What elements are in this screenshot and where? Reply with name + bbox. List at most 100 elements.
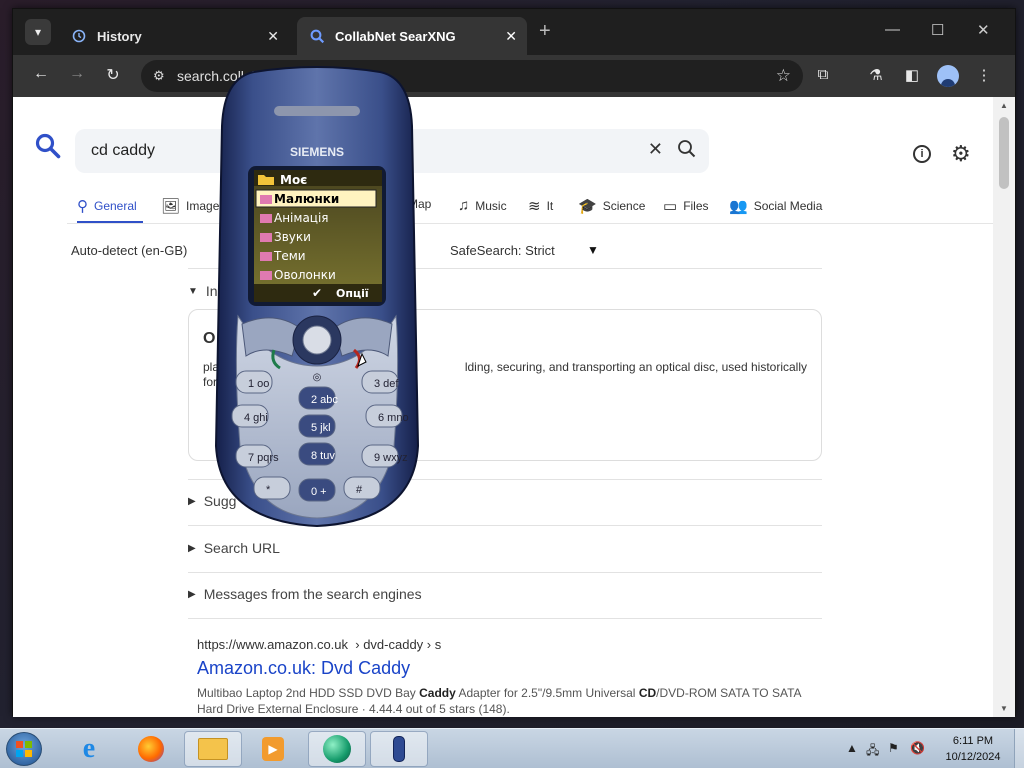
phone-emulator[interactable]: SIEMENS Моє Малюнки Анімація Звуки Теми … — [214, 66, 420, 530]
search-url-toggle[interactable]: ▶ Search URL — [188, 540, 280, 556]
show-hidden-icons[interactable]: ▲ — [846, 741, 858, 755]
tab-history[interactable]: History ✕ — [59, 17, 289, 55]
clock-time: 6:11 PM — [952, 735, 994, 747]
phone-key-label: * — [266, 484, 271, 496]
phone-menu-title: Моє — [280, 173, 307, 187]
reload-icon[interactable]: ↻ — [102, 65, 124, 85]
graduation-cap-icon: 🎓 — [578, 198, 597, 215]
taskbar-file-explorer[interactable] — [184, 731, 242, 767]
labs-flask-icon[interactable]: ⚗ — [865, 66, 887, 84]
divider — [188, 572, 822, 573]
search-button-icon[interactable] — [677, 139, 697, 164]
folder-icon — [198, 738, 228, 760]
phone-menu-item[interactable]: Теми — [273, 249, 306, 263]
result-title-link[interactable]: Amazon.co.uk: Dvd Caddy — [197, 658, 817, 679]
phone-key-label: 9 wxyz — [374, 452, 408, 464]
phone-key-label: 0 + — [311, 486, 327, 498]
network-icon[interactable]: 🖧 — [866, 741, 879, 762]
phone-key[interactable] — [253, 476, 291, 500]
search-result: https://www.amazon.co.uk › dvd-caddy › s… — [197, 637, 817, 717]
safesearch-select[interactable]: SafeSearch: Strict — [450, 243, 555, 258]
show-desktop-button[interactable] — [1014, 729, 1024, 768]
info-icon[interactable]: i — [913, 145, 931, 163]
phone-menu-item[interactable]: Анімація — [274, 211, 329, 225]
tab-music[interactable]: ♫ Music — [458, 197, 507, 214]
phone-left-softkey[interactable] — [241, 317, 301, 357]
new-tab-button[interactable]: + — [539, 21, 551, 41]
result-url[interactable]: https://www.amazon.co.uk › dvd-caddy › s — [197, 637, 817, 652]
triangle-right-icon: ▶ — [188, 495, 196, 507]
phone-softkey-label[interactable]: Опції — [336, 287, 369, 300]
system-clock[interactable]: 6:11 PM 10/12/2024 — [938, 733, 1008, 765]
scroll-down-icon[interactable]: ▼ — [1000, 704, 1008, 713]
action-center-flag-icon[interactable]: ⚑ — [888, 741, 899, 755]
phone-key-label: 4 ghi — [244, 412, 268, 424]
tab-files[interactable]: ▭ Files — [663, 197, 709, 215]
menu-dots-icon[interactable]: ⋮ — [973, 66, 995, 84]
folder-icon: ▭ — [663, 198, 678, 215]
tab-social-media[interactable]: 👥 Social Media — [729, 197, 822, 215]
tab-it[interactable]: ≋ It — [528, 197, 553, 215]
preferences-gear-icon[interactable]: ⚙ — [951, 143, 971, 165]
tab-search-dropdown-button[interactable]: ▾ — [25, 19, 51, 45]
tab-searxng[interactable]: CollabNet SearXNG ✕ — [297, 17, 527, 55]
phone-center-joystick[interactable] — [302, 325, 332, 355]
phone-key-label: 3 def — [374, 378, 399, 390]
clock-date: 10/12/2024 — [945, 751, 1001, 763]
clear-icon[interactable]: ✕ — [648, 139, 663, 160]
browser-toolbar: ← → ↻ ⚙ search.collab ☆ ⧉ ⚗ ◧ ⋮ — [13, 55, 1015, 97]
triangle-down-icon: ▼ — [188, 285, 198, 297]
phone-key-label: 8 tuv — [311, 450, 335, 462]
minimize-icon[interactable]: — — [885, 21, 900, 38]
tab-strip: ▾ History ✕ CollabNet SearXNG ✕ + — ☐ ✕ — [13, 9, 1015, 55]
site-info-icon[interactable]: ⚙ — [153, 68, 165, 84]
close-tab-icon[interactable]: ✕ — [267, 28, 279, 45]
music-note-icon: ♫ — [458, 197, 470, 214]
people-icon: 👥 — [729, 198, 748, 215]
engine-messages-toggle[interactable]: ▶ Messages from the search engines — [188, 586, 422, 602]
close-tab-icon[interactable]: ✕ — [505, 28, 517, 45]
tab-science[interactable]: 🎓 Science — [578, 197, 645, 215]
phone-menu-item[interactable]: Звуки — [274, 230, 311, 244]
profile-avatar[interactable] — [937, 65, 959, 87]
windows-taskbar: e ▶ ▲ 🖧 ⚑ 🔇 6:11 PM 10/12/2024 — [0, 728, 1024, 768]
volume-muted-icon[interactable]: 🔇 — [910, 741, 925, 755]
taskbar-media-player[interactable]: ▶ — [244, 731, 302, 767]
folder-icon — [260, 271, 272, 280]
scroll-up-icon[interactable]: ▲ — [1000, 101, 1008, 110]
caret-down-icon[interactable]: ▼ — [587, 243, 599, 257]
result-snippet: Multibao Laptop 2nd HDD SSD DVD Bay Cadd… — [197, 686, 801, 716]
scrollbar-thumb[interactable] — [999, 117, 1009, 189]
media-player-icon: ▶ — [262, 737, 284, 761]
windows-logo-icon — [16, 741, 32, 757]
close-window-icon[interactable]: ✕ — [977, 21, 990, 39]
internet-explorer-icon: e — [82, 733, 96, 764]
taskbar-phone-emulator[interactable] — [370, 731, 428, 767]
phone-key-label: # — [356, 484, 363, 496]
taskbar-browser[interactable] — [308, 731, 366, 767]
folder-icon — [260, 252, 272, 261]
folder-icon — [260, 233, 272, 242]
forward-icon[interactable]: → — [66, 65, 88, 83]
taskbar-internet-explorer[interactable]: e — [60, 731, 118, 767]
side-panel-icon[interactable]: ◧ — [901, 66, 923, 84]
internet-key-icon[interactable]: ◎ — [313, 372, 322, 383]
phone-menu-item[interactable]: Малюнки — [274, 192, 339, 206]
back-icon[interactable]: ← — [30, 65, 52, 83]
search-icon — [309, 28, 325, 44]
tab-general[interactable]: ⚲ General — [77, 197, 137, 215]
extensions-icon[interactable]: ⧉ — [812, 66, 834, 83]
bookmark-star-icon[interactable]: ☆ — [776, 66, 791, 86]
triangle-right-icon: ▶ — [188, 542, 196, 554]
history-icon — [71, 28, 87, 44]
taskbar-firefox[interactable] — [122, 731, 180, 767]
language-select[interactable]: Auto-detect (en-GB) — [71, 243, 187, 258]
phone-menu-item[interactable]: Оволонки — [274, 268, 336, 282]
browser-window: ▾ History ✕ CollabNet SearXNG ✕ + — ☐ ✕ … — [12, 8, 1016, 717]
searxng-logo-icon[interactable] — [35, 133, 61, 164]
maximize-icon[interactable]: ☐ — [931, 21, 944, 39]
phone-right-softkey[interactable] — [333, 317, 393, 357]
start-button[interactable] — [6, 732, 42, 766]
phone-brand: SIEMENS — [290, 145, 344, 159]
page-scrollbar[interactable]: ▲ ▼ — [993, 97, 1015, 717]
